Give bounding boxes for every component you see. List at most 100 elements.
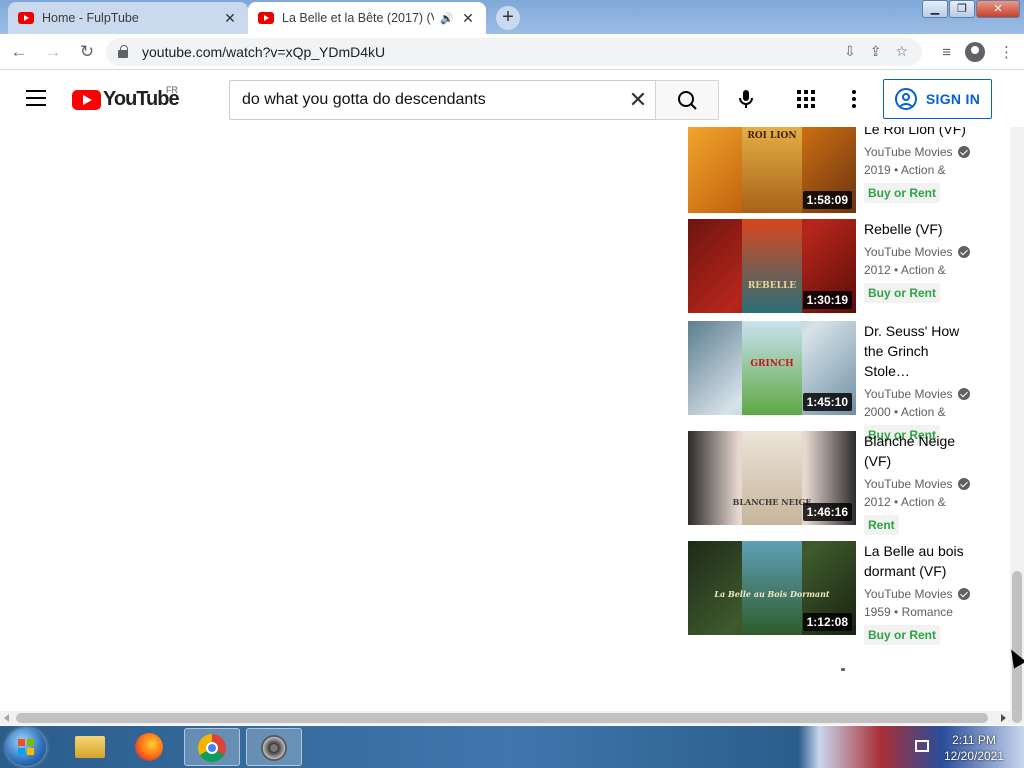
- related-video-item[interactable]: GRINCH 1:45:10 Dr. Seuss' How the Grinch…: [688, 321, 988, 445]
- network-icon[interactable]: [915, 740, 929, 752]
- forward-arrow-icon[interactable]: →: [38, 42, 68, 62]
- poster-image: [742, 431, 802, 525]
- video-meta: Dr. Seuss' How the Grinch Stole… YouTube…: [864, 321, 988, 445]
- taskbar-video-app[interactable]: [246, 728, 302, 766]
- settings-more-icon[interactable]: [852, 90, 856, 108]
- minimize-button[interactable]: ▁: [922, 0, 948, 18]
- start-button[interactable]: [6, 728, 46, 766]
- chrome-icon: [198, 734, 226, 762]
- channel-name[interactable]: YouTube Movies: [864, 475, 953, 493]
- video-title[interactable]: Blanche Neige (VF): [864, 431, 976, 471]
- channel-name[interactable]: YouTube Movies: [864, 585, 953, 603]
- channel-name[interactable]: YouTube Movies: [864, 385, 953, 403]
- video-channel[interactable]: YouTube Movies: [864, 385, 988, 403]
- scroll-right-arrow-icon[interactable]: [1001, 714, 1006, 722]
- search-query-text[interactable]: do what you gotta do descendants: [242, 91, 620, 109]
- search-button[interactable]: [655, 80, 719, 120]
- verified-check-icon: [957, 246, 970, 258]
- profile-avatar-icon[interactable]: [965, 42, 985, 62]
- media-control-icon[interactable]: ≡: [942, 44, 951, 61]
- channel-name[interactable]: YouTube Movies: [864, 143, 953, 161]
- account-icon: [894, 88, 917, 110]
- taskbar-explorer[interactable]: [62, 728, 118, 766]
- related-video-item[interactable]: BLANCHE NEIGE 1:46:16 Blanche Neige (VF)…: [688, 431, 988, 535]
- back-arrow-icon[interactable]: ←: [4, 42, 34, 62]
- video-duration: 1:58:09: [802, 191, 852, 209]
- video-channel[interactable]: YouTube Movies: [864, 243, 988, 261]
- poster-image: [742, 219, 802, 313]
- video-duration: 1:12:08: [802, 613, 852, 631]
- video-info: 1959 • Romance: [864, 605, 953, 619]
- video-channel[interactable]: YouTube Movies: [864, 475, 988, 493]
- video-meta: Rebelle (VF) YouTube Movies 2012 • Actio…: [864, 219, 988, 303]
- video-thumbnail[interactable]: BLANCHE NEIGE 1:46:16: [688, 431, 856, 525]
- vertical-scrollbar[interactable]: [1010, 127, 1024, 725]
- video-thumbnail[interactable]: GRINCH 1:45:10: [688, 321, 856, 415]
- scroll-left-arrow-icon[interactable]: [4, 714, 9, 722]
- related-video-item[interactable]: REBELLE 1:30:19 Rebelle (VF) YouTube Mov…: [688, 219, 988, 315]
- window-controls: ▁ ❐ ✕: [921, 0, 1020, 18]
- video-title[interactable]: Rebelle (VF): [864, 219, 976, 239]
- maximize-button[interactable]: ❐: [949, 0, 975, 18]
- url-text[interactable]: youtube.com/watch?v=xQp_YDmD4kU: [142, 44, 385, 60]
- poster-title: ROI LION: [747, 131, 797, 141]
- firefox-icon: [135, 733, 163, 761]
- related-video-item[interactable]: La Belle au Bois Dormant 1:12:08 La Bell…: [688, 541, 988, 645]
- video-thumbnail[interactable]: REBELLE 1:30:19: [688, 219, 856, 313]
- taskbar-clock[interactable]: 2:11 PM 12/20/2021: [938, 732, 1010, 764]
- taskbar-chrome[interactable]: [184, 728, 240, 766]
- sign-in-button[interactable]: SIGN IN: [883, 79, 992, 119]
- voice-search-button[interactable]: [734, 87, 758, 111]
- horizontal-scrollbar-thumb[interactable]: [16, 713, 988, 723]
- browser-tab-fulptube[interactable]: Home - FulpTube ✕: [8, 2, 248, 34]
- video-channel[interactable]: YouTube Movies: [864, 585, 988, 603]
- video-meta: Blanche Neige (VF) YouTube Movies 2012 •…: [864, 431, 988, 535]
- share-icon[interactable]: ⇪: [870, 43, 882, 60]
- related-video-item[interactable]: ROI LION 1:58:09 Le Roi Lion (VF) YouTub…: [688, 127, 988, 215]
- browser-tab-la-belle[interactable]: La Belle et la Bête (2017) (VO 🔊 ✕: [248, 2, 486, 34]
- video-title[interactable]: Dr. Seuss' How the Grinch Stole…: [864, 321, 976, 381]
- tab-title: La Belle et la Bête (2017) (VO: [282, 11, 435, 25]
- poster-image: [742, 541, 802, 635]
- sign-in-label: SIGN IN: [925, 91, 981, 107]
- video-thumbnail[interactable]: La Belle au Bois Dormant 1:12:08: [688, 541, 856, 635]
- horizontal-scrollbar[interactable]: [0, 711, 1010, 725]
- video-channel[interactable]: YouTube Movies: [864, 143, 988, 161]
- video-thumbnail[interactable]: ROI LION 1:58:09: [688, 127, 856, 213]
- channel-name[interactable]: YouTube Movies: [864, 243, 953, 261]
- poster-title: REBELLE: [747, 281, 797, 291]
- rent-badge: Rent: [864, 515, 899, 535]
- chrome-menu-icon[interactable]: ⋮: [999, 43, 1014, 61]
- video-title[interactable]: Le Roi Lion (VF): [864, 127, 976, 139]
- buy-rent-badge: Buy or Rent: [864, 625, 941, 645]
- close-tab-icon[interactable]: ✕: [460, 10, 476, 27]
- windows-logo-icon: [18, 739, 34, 755]
- menu-hamburger-icon[interactable]: [26, 90, 46, 106]
- close-window-button[interactable]: ✕: [976, 0, 1020, 18]
- video-info: 2019 • Action &: [864, 163, 946, 177]
- bookmark-star-icon[interactable]: ☆: [895, 43, 908, 60]
- close-tab-icon[interactable]: ✕: [222, 10, 238, 27]
- microphone-icon: [739, 90, 753, 108]
- youtube-apps-grid-icon[interactable]: [797, 90, 815, 108]
- clear-search-icon[interactable]: ✕: [620, 87, 656, 113]
- poster-title: GRINCH: [750, 359, 794, 369]
- youtube-logo[interactable]: YouTube: [72, 88, 180, 111]
- lock-icon[interactable]: [118, 45, 128, 58]
- clock-date: 12/20/2021: [943, 749, 1005, 763]
- audio-playing-icon[interactable]: 🔊: [440, 12, 454, 25]
- verified-check-icon: [957, 478, 970, 490]
- youtube-play-logo-icon: [72, 89, 101, 110]
- video-title[interactable]: La Belle au bois dormant (VF): [864, 541, 976, 581]
- taskbar-firefox[interactable]: [122, 728, 178, 766]
- film-reel-icon: [261, 735, 287, 761]
- video-duration: 1:30:19: [802, 291, 852, 309]
- search-input[interactable]: do what you gotta do descendants ✕: [229, 80, 656, 120]
- address-bar[interactable]: youtube.com/watch?v=xQp_YDmD4kU ⇩ ⇪ ☆: [106, 38, 922, 66]
- verified-check-icon: [957, 588, 970, 600]
- new-tab-button[interactable]: +: [496, 6, 520, 30]
- video-duration: 1:45:10: [802, 393, 852, 411]
- search-icon: [678, 91, 697, 110]
- install-app-icon[interactable]: ⇩: [844, 43, 856, 60]
- reload-icon[interactable]: ↻: [72, 42, 102, 62]
